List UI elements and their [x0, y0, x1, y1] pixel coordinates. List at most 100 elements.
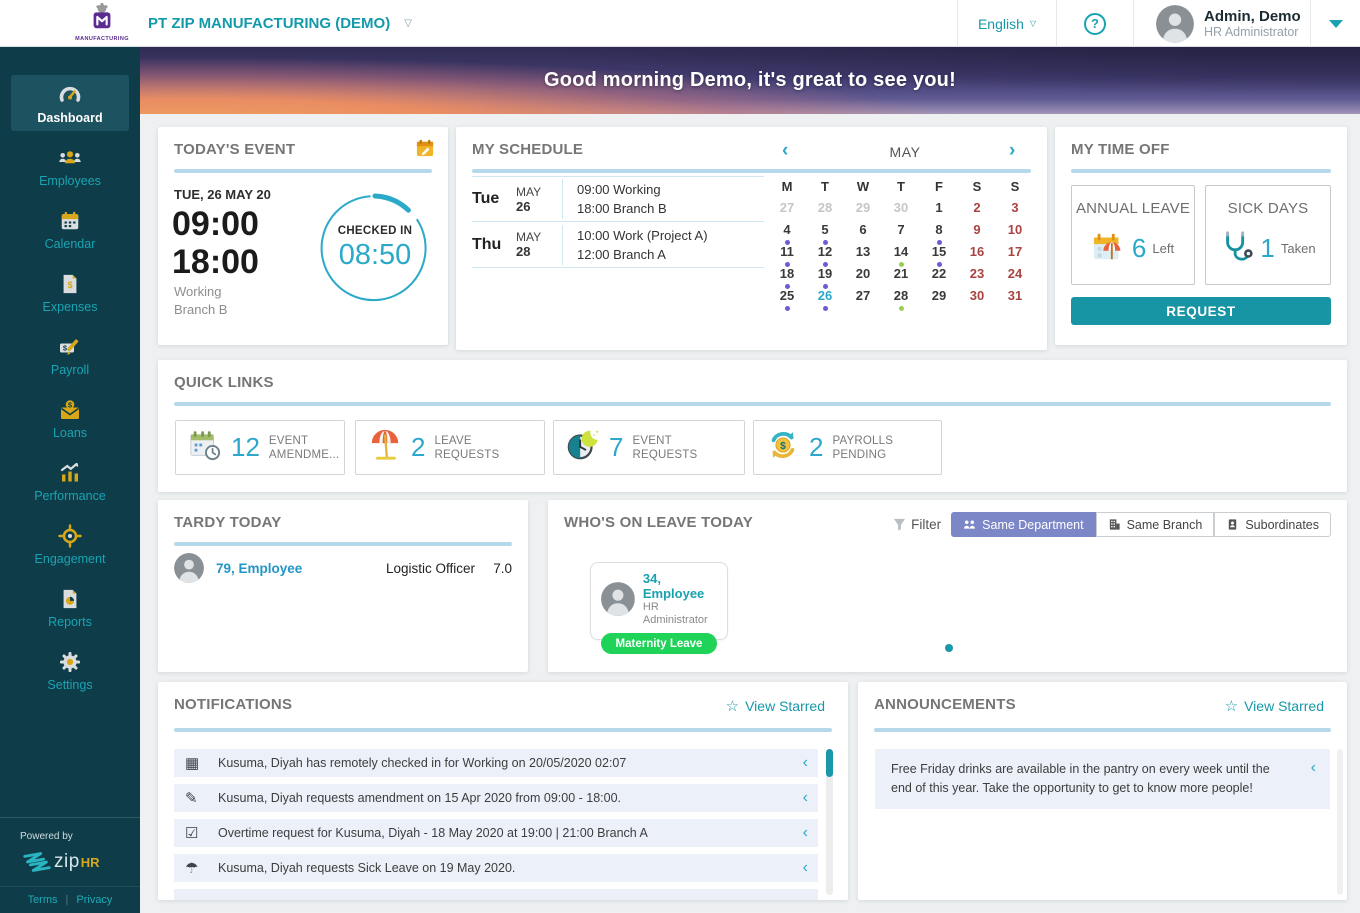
- company-switcher[interactable]: PT ZIP MANUFACTURING (DEMO): [148, 0, 412, 47]
- calendar-day[interactable]: 12: [806, 243, 844, 267]
- sidebar-item-settings[interactable]: Settings: [11, 642, 129, 698]
- notification-item[interactable]: Kusuma, Diyah has remotely checked in fo…: [174, 749, 818, 777]
- calendar-day[interactable]: 25: [768, 287, 806, 311]
- chevron-expand-icon[interactable]: [803, 790, 808, 806]
- notifications-scrollbar[interactable]: [826, 749, 833, 895]
- calendar-day[interactable]: 19: [806, 265, 844, 289]
- calendar-day[interactable]: 1: [920, 199, 958, 221]
- calendar-day[interactable]: 31: [996, 287, 1034, 309]
- calendar-day[interactable]: 6: [844, 221, 882, 243]
- sidebar-item-performance[interactable]: Performance: [11, 453, 129, 509]
- calendar-edit-icon[interactable]: [416, 139, 434, 162]
- sidebar-item-calendar[interactable]: Calendar: [11, 201, 129, 257]
- sidebar-item-engagement[interactable]: Engagement: [11, 516, 129, 572]
- quick-link-payrolls-pending[interactable]: $ 2 PAYROLLS PENDING: [753, 420, 942, 475]
- terms-link[interactable]: Terms: [28, 894, 58, 906]
- calendar-prev-icon[interactable]: [782, 140, 788, 162]
- employee-name-link[interactable]: 79, Employee: [216, 561, 302, 576]
- calendar-day[interactable]: 22: [920, 265, 958, 287]
- calendar-day[interactable]: 24: [996, 265, 1034, 287]
- calendar-day[interactable]: 26: [806, 287, 844, 311]
- calendar-day[interactable]: 29: [844, 199, 882, 221]
- sidebar-item-expenses[interactable]: $ Expenses: [11, 264, 129, 320]
- card-title: TARDY TODAY: [174, 514, 282, 531]
- language-selector[interactable]: English: [957, 0, 1056, 47]
- employee-role: HR Administrator: [642, 601, 708, 626]
- calendar-day[interactable]: 28: [882, 287, 920, 311]
- calendar-day[interactable]: 30: [958, 287, 996, 309]
- calendar-day[interactable]: 5: [806, 221, 844, 245]
- calendar-day[interactable]: 9: [958, 221, 996, 243]
- calendar-day[interactable]: 28: [806, 199, 844, 221]
- calendar-day[interactable]: 17: [996, 243, 1034, 265]
- calendar-day[interactable]: 30: [882, 199, 920, 221]
- view-starred-link[interactable]: View Starred: [726, 697, 825, 715]
- leave-type-badge: Maternity Leave: [601, 633, 717, 654]
- request-button[interactable]: REQUEST: [1071, 297, 1331, 325]
- calendar-next-icon[interactable]: [1009, 140, 1015, 162]
- sidebar-item-reports[interactable]: Reports: [11, 579, 129, 635]
- calendar-day[interactable]: 11: [768, 243, 806, 267]
- same-department-button[interactable]: Same Department: [951, 512, 1096, 537]
- carousel-dot[interactable]: [945, 644, 953, 652]
- calendar-day[interactable]: 2: [958, 199, 996, 221]
- chevron-expand-icon[interactable]: [803, 825, 808, 841]
- view-starred-link[interactable]: View Starred: [1225, 697, 1324, 715]
- calendar-day[interactable]: 29: [920, 287, 958, 309]
- schedule-row[interactable]: Tue MAY 26 09:00 Working 18:00 Branch B: [472, 176, 764, 222]
- calendar-day[interactable]: 15: [920, 243, 958, 267]
- employee-name-link[interactable]: 34, Employee: [643, 571, 717, 601]
- announcements-scrollbar[interactable]: [1337, 749, 1343, 895]
- quick-link-leave-requests[interactable]: 2 LEAVE REQUESTS: [355, 420, 545, 475]
- notification-item[interactable]: Kusuma, Diyah requests Sick Leave on 19 …: [174, 854, 818, 882]
- schedule-row[interactable]: Thu MAY 28 10:00 Work (Project A) 12:00 …: [472, 222, 764, 268]
- calendar-day[interactable]: 20: [844, 265, 882, 287]
- calendar-day[interactable]: 27: [768, 199, 806, 221]
- calendar-day[interactable]: 7: [882, 221, 920, 243]
- filter-funnel-icon: [894, 518, 906, 531]
- scrollbar-thumb[interactable]: [826, 749, 833, 777]
- subordinates-button[interactable]: Subordinates: [1214, 512, 1331, 537]
- calendar-day[interactable]: 16: [958, 243, 996, 265]
- calendar-day[interactable]: 10: [996, 221, 1034, 243]
- sidebar-item-payroll[interactable]: $ Payroll: [11, 327, 129, 383]
- company-logo[interactable]: MANUFACTURING: [72, 2, 132, 42]
- calendar-day[interactable]: 23: [958, 265, 996, 287]
- calendar-day[interactable]: 13: [844, 243, 882, 265]
- chevron-expand-icon[interactable]: [803, 755, 808, 771]
- sidebar-item-employees[interactable]: Employees: [11, 138, 129, 194]
- tardy-row[interactable]: 79, Employee Logistic Officer 7.0: [174, 552, 512, 584]
- user-profile[interactable]: Admin, Demo HR Administrator: [1133, 0, 1310, 47]
- calendar-day[interactable]: 4: [768, 221, 806, 245]
- sidebar-item-loans[interactable]: $ Loans: [11, 390, 129, 446]
- calendar-day[interactable]: 8: [920, 221, 958, 245]
- privacy-link[interactable]: Privacy: [76, 894, 112, 906]
- calendar-day[interactable]: 18: [768, 265, 806, 289]
- filter-control[interactable]: Filter: [893, 517, 941, 532]
- calendar-day[interactable]: 21: [882, 265, 920, 287]
- help-button[interactable]: ?: [1056, 0, 1133, 47]
- loans-icon: $: [58, 397, 82, 423]
- weekday-header: F: [935, 179, 943, 194]
- notification-item[interactable]: Overtime request for Kusuma, Diyah - 18 …: [174, 819, 818, 847]
- calendar-day[interactable]: 3: [996, 199, 1034, 221]
- on-leave-employee-card[interactable]: 34, Employee HR Administrator Maternity …: [590, 562, 728, 654]
- notification-item[interactable]: Kusuma, Diyah requests amendment on 15 A…: [174, 784, 818, 812]
- same-branch-button[interactable]: Same Branch: [1095, 512, 1215, 537]
- sidebar-item-dashboard[interactable]: Dashboard: [11, 75, 129, 131]
- schedule-date: 26: [516, 198, 531, 214]
- annual-leave-box[interactable]: ANNUAL LEAVE 6 Left: [1071, 185, 1195, 285]
- chevron-down-icon: [404, 18, 412, 29]
- ziphr-logo[interactable]: zip HR: [20, 848, 140, 876]
- quick-link-event-requests[interactable]: 7 EVENT REQUESTS: [553, 420, 745, 475]
- calendar-weekday-headers: M T W T F S S: [768, 179, 1034, 199]
- notification-icon: [185, 754, 207, 772]
- profile-menu-toggle[interactable]: [1310, 0, 1360, 47]
- chevron-expand-icon[interactable]: [1311, 760, 1316, 798]
- quick-link-event-amendments[interactable]: 12 EVENT AMENDME...: [175, 420, 345, 475]
- calendar-day[interactable]: 14: [882, 243, 920, 267]
- sick-days-box[interactable]: SICK DAYS 1 Taken: [1205, 185, 1331, 285]
- chevron-expand-icon[interactable]: [803, 860, 808, 876]
- calendar-day[interactable]: 27: [844, 287, 882, 309]
- announcement-item[interactable]: Free Friday drinks are available in the …: [875, 749, 1330, 809]
